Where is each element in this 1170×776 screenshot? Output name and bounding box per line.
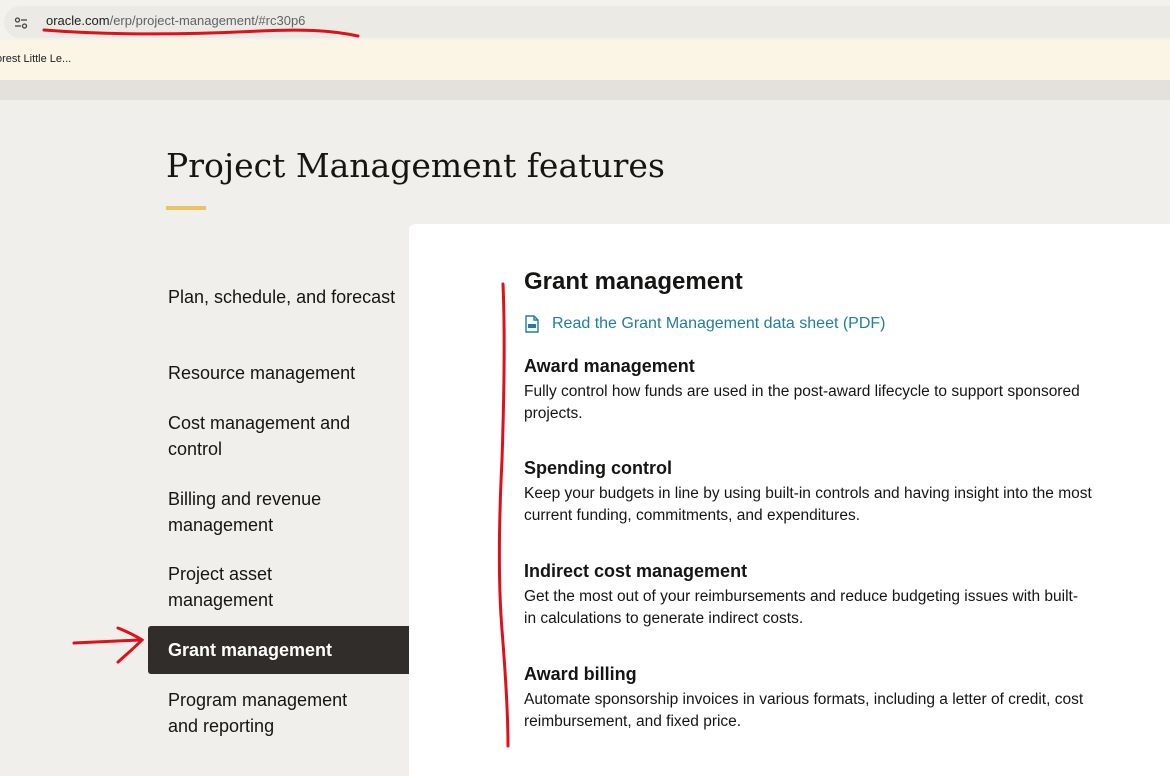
section-award-billing: Award billing Automate sponsorship invoi… bbox=[524, 663, 1094, 733]
pdf-datasheet-link[interactable]: Read the Grant Management data sheet (PD… bbox=[524, 314, 886, 334]
nav-item-plan-schedule-forecast[interactable]: Plan, schedule, and forecast bbox=[168, 284, 398, 310]
section-body: Get the most out of your reimbursements … bbox=[524, 588, 1078, 627]
browser-address-bar: oracle.com/erp/project-management/#rc30p… bbox=[0, 0, 1170, 40]
arrow-head-annotation bbox=[116, 626, 145, 664]
arrow-annotation bbox=[72, 638, 142, 645]
section-body: Fully control how funds are used in the … bbox=[524, 383, 1080, 422]
nav-item-project-asset[interactable]: Project asset management bbox=[168, 561, 328, 613]
bookmark-item[interactable]: orest Little Le... bbox=[0, 53, 71, 65]
url-field[interactable]: oracle.com/erp/project-management/#rc30p… bbox=[4, 6, 1170, 38]
section-spending-control: Spending control Keep your budgets in li… bbox=[524, 457, 1104, 527]
url-text[interactable]: oracle.com/erp/project-management/#rc30p… bbox=[46, 13, 305, 28]
site-settings-icon[interactable] bbox=[14, 16, 28, 30]
section-indirect-cost: Indirect cost management Get the most ou… bbox=[524, 560, 1084, 630]
section-body: Automate sponsorship invoices in various… bbox=[524, 691, 1084, 730]
nav-item-program-management[interactable]: Program management and reporting bbox=[168, 687, 378, 739]
nav-item-billing-revenue[interactable]: Billing and revenue management bbox=[168, 486, 368, 538]
panel-title: Grant management bbox=[524, 268, 743, 295]
url-host: oracle.com bbox=[46, 13, 110, 28]
toolbar-separator bbox=[0, 80, 1170, 100]
section-heading: Award management bbox=[524, 356, 695, 376]
bookmarks-bar: orest Little Le... bbox=[0, 40, 1170, 80]
title-accent-underline bbox=[166, 206, 206, 210]
pdf-document-icon bbox=[525, 315, 539, 333]
url-path: /erp/project-management/#rc30p6 bbox=[109, 13, 306, 28]
section-heading: Indirect cost management bbox=[524, 561, 748, 581]
page-title: Project Management features bbox=[166, 146, 665, 185]
section-body: Keep your budgets in line by using built… bbox=[524, 485, 1092, 524]
section-award-management: Award management Fully control how funds… bbox=[524, 355, 1124, 425]
nav-item-cost-management[interactable]: Cost management and control bbox=[168, 410, 378, 462]
nav-item-resource-management[interactable]: Resource management bbox=[168, 360, 398, 386]
pdf-link-label: Read the Grant Management data sheet (PD… bbox=[552, 315, 886, 332]
section-heading: Award billing bbox=[524, 664, 637, 684]
section-heading: Spending control bbox=[524, 458, 672, 478]
